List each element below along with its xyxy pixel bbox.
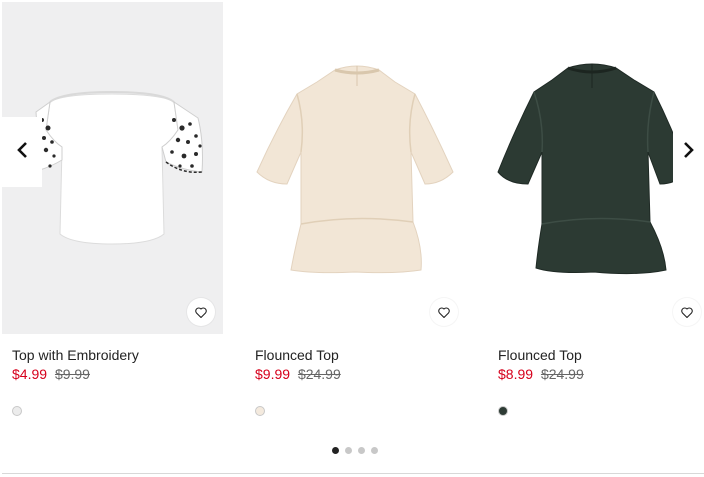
color-swatch[interactable] [498, 406, 508, 416]
color-swatch[interactable] [255, 406, 265, 416]
wishlist-button[interactable] [673, 298, 701, 326]
carousel-next-button[interactable] [673, 117, 704, 187]
heart-icon [681, 306, 693, 318]
page-dot[interactable] [358, 447, 365, 454]
flounced-top-green-image [488, 2, 704, 334]
page-dot[interactable] [345, 447, 352, 454]
wishlist-button[interactable] [187, 298, 215, 326]
product-title[interactable]: Flounced Top [255, 347, 339, 363]
page-dot[interactable] [371, 447, 378, 454]
product-title[interactable]: Top with Embroidery [12, 347, 139, 363]
heart-icon [195, 306, 207, 318]
product-card[interactable]: Flounced Top $9.99 $24.99 [245, 2, 466, 422]
sale-price: $9.99 [255, 366, 291, 382]
original-price: $24.99 [540, 366, 584, 382]
carousel-prev-button[interactable] [2, 117, 42, 187]
product-title[interactable]: Flounced Top [498, 347, 582, 363]
chevron-right-icon [683, 141, 695, 164]
product-card[interactable]: Top with Embroidery $4.99 $9.99 [2, 2, 223, 422]
sale-price: $8.99 [498, 366, 534, 382]
price-row: $4.99 $9.99 [12, 366, 90, 382]
divider [2, 473, 704, 474]
sale-price: $4.99 [12, 366, 48, 382]
price-row: $9.99 $24.99 [255, 366, 341, 382]
product-image[interactable] [245, 2, 466, 334]
color-swatch[interactable] [12, 406, 22, 416]
page-dot[interactable] [332, 447, 339, 454]
price-row: $8.99 $24.99 [498, 366, 584, 382]
product-carousel: Top with Embroidery $4.99 $9.99 Flounced… [0, 0, 704, 460]
flounced-top-cream-image [245, 2, 466, 334]
product-card[interactable]: Flounced Top $8.99 $24.99 [488, 2, 704, 422]
carousel-pagination [332, 447, 378, 454]
heart-icon [438, 306, 450, 318]
original-price: $9.99 [54, 366, 90, 382]
chevron-left-icon [16, 141, 28, 164]
product-image[interactable] [488, 2, 704, 334]
original-price: $24.99 [297, 366, 341, 382]
wishlist-button[interactable] [430, 298, 458, 326]
